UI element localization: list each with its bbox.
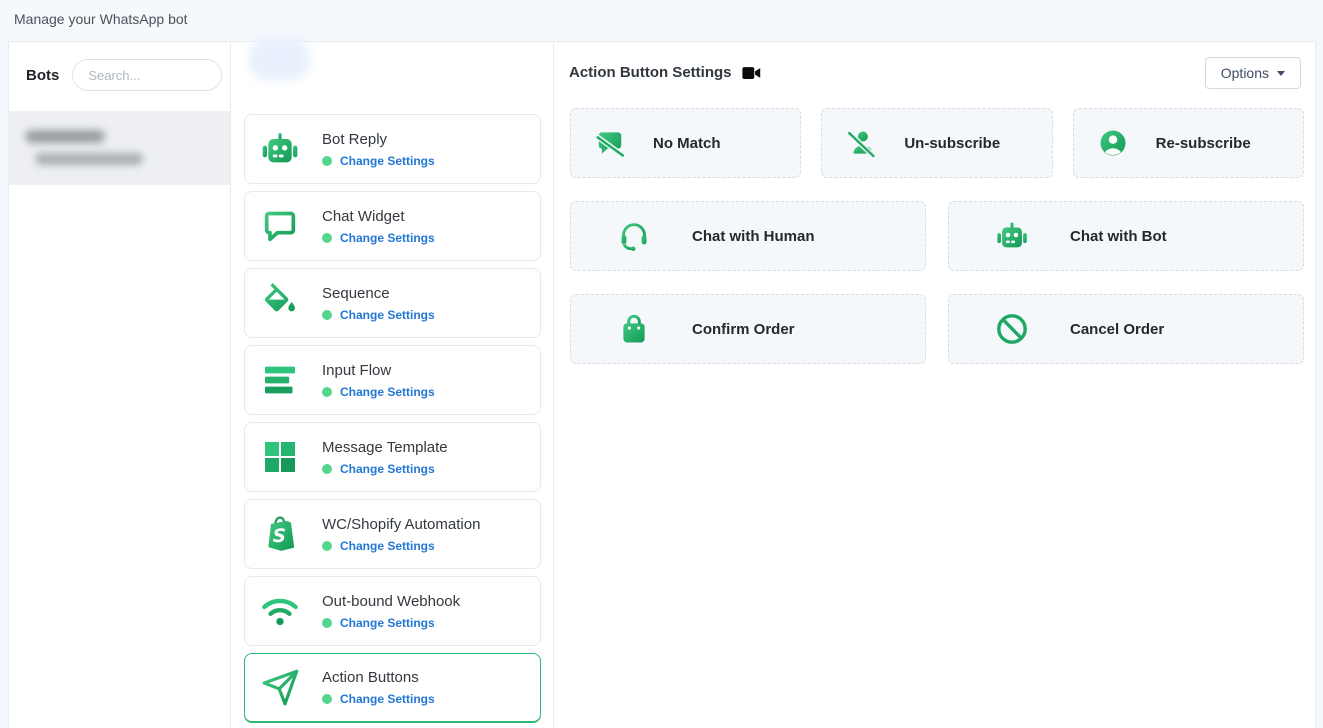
user-slash-icon — [846, 128, 876, 158]
status-dot — [322, 310, 332, 320]
action-row: Confirm Order Cancel Order — [570, 294, 1304, 364]
redacted-bot-name — [25, 130, 105, 143]
bots-sidebar: Bots — [9, 42, 231, 728]
action-row: Chat with Human Chat with Bot — [570, 201, 1304, 271]
feature-card-title: Action Buttons — [322, 669, 435, 686]
feature-card-title: Message Template — [322, 439, 448, 456]
paint-bucket-icon — [260, 283, 300, 323]
action-button-cancel-order[interactable]: Cancel Order — [948, 294, 1304, 364]
feature-card-wc-shopify-automation[interactable]: S WC/Shopify Automation Change Settings — [244, 499, 541, 569]
action-button-label: Cancel Order — [1070, 321, 1164, 338]
action-button-un-subscribe[interactable]: Un-subscribe — [821, 108, 1052, 178]
feature-card-sequence[interactable]: Sequence Change Settings — [244, 268, 541, 338]
feature-card-title: Out-bound Webhook — [322, 593, 460, 610]
sidebar-header: Bots — [9, 42, 230, 91]
action-row: No Match Un-subscribe Re-subscribe — [570, 108, 1304, 178]
change-settings-link[interactable]: Change Settings — [340, 539, 435, 553]
status-dot — [322, 156, 332, 166]
redacted-bot-phone — [35, 153, 143, 165]
feature-list: Bot Reply Change Settings Chat Widget Ch… — [244, 114, 541, 728]
ban-icon — [995, 312, 1029, 346]
feature-card-message-template[interactable]: Message Template Change Settings — [244, 422, 541, 492]
redacted-blob — [249, 38, 309, 80]
user-circle-icon — [1098, 128, 1128, 158]
feature-card-title: Sequence — [322, 285, 435, 302]
chat-slash-icon — [595, 128, 625, 158]
status-dot — [322, 694, 332, 704]
options-button[interactable]: Options — [1205, 57, 1301, 89]
change-settings-link[interactable]: Change Settings — [340, 692, 435, 706]
feature-column: Bot Reply Change Settings Chat Widget Ch… — [231, 42, 554, 728]
top-bar: Manage your WhatsApp bot — [0, 0, 1323, 41]
feature-card-chat-widget[interactable]: Chat Widget Change Settings — [244, 191, 541, 261]
paper-plane-icon — [260, 668, 300, 708]
change-settings-link[interactable]: Change Settings — [340, 308, 435, 322]
action-button-label: Confirm Order — [692, 321, 795, 338]
bots-heading: Bots — [26, 67, 59, 84]
status-dot — [322, 233, 332, 243]
change-settings-link[interactable]: Change Settings — [340, 154, 435, 168]
action-button-label: Chat with Bot — [1070, 228, 1167, 245]
status-dot — [322, 464, 332, 474]
robot-icon — [995, 219, 1029, 253]
headset-icon — [617, 219, 651, 253]
feature-card-title: Chat Widget — [322, 208, 435, 225]
search-input[interactable] — [72, 59, 222, 91]
input-flow-icon — [260, 360, 300, 400]
caret-down-icon — [1277, 71, 1285, 76]
shopping-bag-icon — [617, 312, 651, 346]
feature-card-title: Bot Reply — [322, 131, 435, 148]
action-button-no-match[interactable]: No Match — [570, 108, 801, 178]
selected-bot-item[interactable] — [9, 111, 230, 185]
chat-widget-icon — [260, 206, 300, 246]
change-settings-link[interactable]: Change Settings — [340, 462, 435, 476]
settings-panel: Action Button Settings Options No Match … — [554, 42, 1315, 728]
page-title: Manage your WhatsApp bot — [14, 11, 188, 27]
shopify-icon: S — [260, 514, 300, 554]
feature-card-action-buttons[interactable]: Action Buttons Change Settings — [244, 653, 541, 723]
change-settings-link[interactable]: Change Settings — [340, 616, 435, 630]
panel-title: Action Button Settings — [569, 64, 731, 81]
feature-card-title: WC/Shopify Automation — [322, 516, 480, 533]
grid-icon — [260, 437, 300, 477]
change-settings-link[interactable]: Change Settings — [340, 385, 435, 399]
status-dot — [322, 387, 332, 397]
main-container: Bots Bot Reply Change Settings Chat Widg… — [8, 41, 1316, 728]
action-button-re-subscribe[interactable]: Re-subscribe — [1073, 108, 1304, 178]
status-dot — [322, 618, 332, 628]
robot-icon — [260, 129, 300, 169]
action-button-label: Chat with Human — [692, 228, 815, 245]
video-camera-icon[interactable] — [742, 65, 761, 81]
feature-card-bot-reply[interactable]: Bot Reply Change Settings — [244, 114, 541, 184]
svg-text:S: S — [273, 526, 286, 547]
options-button-label: Options — [1221, 65, 1269, 81]
feature-card-title: Input Flow — [322, 362, 435, 379]
action-button-confirm-order[interactable]: Confirm Order — [570, 294, 926, 364]
action-button-chat-with-bot[interactable]: Chat with Bot — [948, 201, 1304, 271]
action-button-label: Re-subscribe — [1156, 135, 1251, 152]
action-button-label: Un-subscribe — [904, 135, 1000, 152]
wifi-icon — [260, 591, 300, 631]
change-settings-link[interactable]: Change Settings — [340, 231, 435, 245]
action-button-label: No Match — [653, 135, 721, 152]
action-buttons-grid: No Match Un-subscribe Re-subscribe Chat … — [570, 108, 1304, 387]
status-dot — [322, 541, 332, 551]
feature-card-input-flow[interactable]: Input Flow Change Settings — [244, 345, 541, 415]
action-button-chat-with-human[interactable]: Chat with Human — [570, 201, 926, 271]
feature-card-out-bound-webhook[interactable]: Out-bound Webhook Change Settings — [244, 576, 541, 646]
